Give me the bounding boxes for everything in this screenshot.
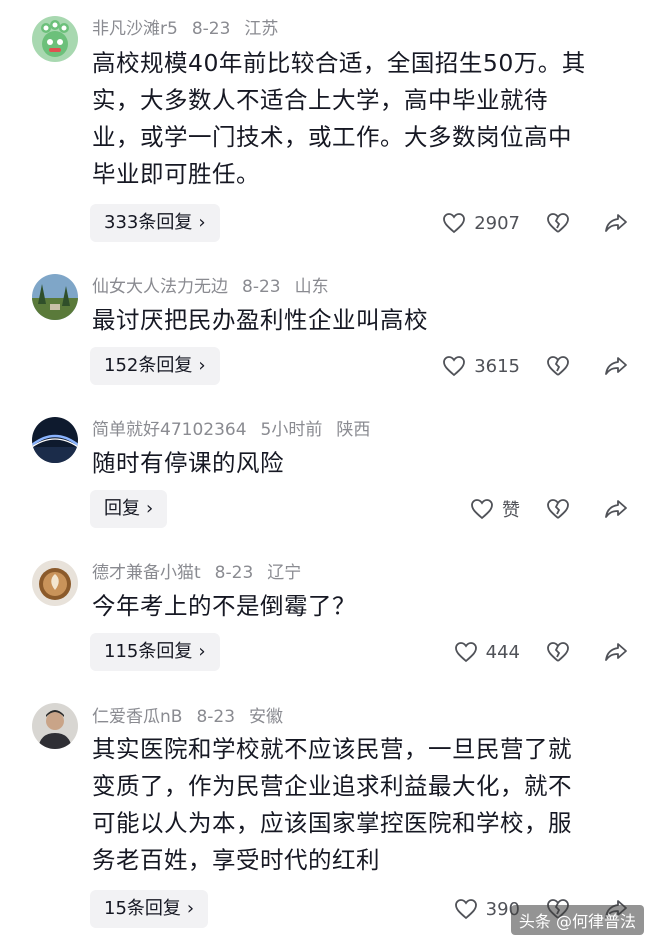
reply-button[interactable]: 回复 › <box>90 490 168 528</box>
username[interactable]: 仙女大人法力无边 <box>92 277 228 297</box>
avatar[interactable] <box>32 274 78 320</box>
heart-outline-icon <box>442 355 466 377</box>
broken-heart-icon[interactable] <box>546 355 570 377</box>
avatar[interactable] <box>32 417 78 463</box>
share-arrow-icon[interactable] <box>604 355 628 377</box>
comment-date: 8-23 <box>242 277 281 297</box>
broken-heart-icon[interactable] <box>546 641 570 663</box>
comment-location: 辽宁 <box>267 563 302 583</box>
username[interactable]: 简单就好47102364 <box>92 420 247 440</box>
comment-location: 江苏 <box>244 19 279 39</box>
comment-meta: 仙女大人法力无边 8-23 山东 <box>92 276 343 298</box>
chevron-right-icon: › <box>146 498 154 519</box>
comment-location: 安徽 <box>249 707 284 727</box>
username[interactable]: 德才兼备小猫t <box>92 563 201 583</box>
chevron-right-icon: › <box>198 212 206 233</box>
like-button[interactable]: 3615 <box>442 355 520 377</box>
comment-actions: 2907 <box>442 204 628 242</box>
chevron-right-icon: › <box>186 898 195 919</box>
chevron-right-icon: › <box>198 355 206 376</box>
comment-actions: 444 <box>454 633 628 671</box>
comment-meta: 非凡沙滩r5 8-23 江苏 <box>92 18 292 40</box>
like-button[interactable]: 2907 <box>442 212 520 234</box>
comment-meta: 德才兼备小猫t 8-23 辽宁 <box>92 562 315 584</box>
comment-date: 5小时前 <box>260 420 323 440</box>
comment-location: 陕西 <box>336 420 371 440</box>
username[interactable]: 非凡沙滩r5 <box>92 19 178 39</box>
comment-text: 最讨厌把民办盈利性企业叫高校 <box>92 306 428 334</box>
avatar[interactable] <box>32 703 78 749</box>
heart-outline-icon <box>454 898 478 920</box>
comment-text: 今年考上的不是倒霉了？ <box>92 592 356 620</box>
username[interactable]: 仁爱香瓜nB <box>92 707 182 727</box>
like-count: 2907 <box>474 212 520 234</box>
share-arrow-icon[interactable] <box>604 641 628 663</box>
comment-text: 其实医院和学校就不应该民营，一旦民营了就 变质了，作为民营企业追求利益最大化，就… <box>92 735 572 874</box>
comment-meta: 简单就好47102364 5小时前 陕西 <box>92 419 384 441</box>
comment-text: 高校规模40年前比较合适，全国招生50万。其 实，大多数人不适合上大学，高中毕业… <box>92 49 586 188</box>
avatar[interactable] <box>32 560 78 606</box>
heart-outline-icon <box>470 498 494 520</box>
broken-heart-icon[interactable] <box>546 212 570 234</box>
comment-date: 8-23 <box>191 19 231 39</box>
comment-text: 随时有停课的风险 <box>92 449 284 477</box>
comment-meta: 仁爱香瓜nB 8-23 安徽 <box>92 706 297 728</box>
view-replies-button[interactable]: 333条回复 › <box>90 204 220 242</box>
chevron-right-icon: › <box>198 641 206 662</box>
like-count: 444 <box>485 641 520 663</box>
comment-date: 8-23 <box>196 707 236 727</box>
heart-outline-icon <box>454 641 478 663</box>
watermark: 头条 @何律普法 <box>510 905 644 935</box>
like-count: 3615 <box>474 355 520 377</box>
heart-outline-icon <box>442 212 466 234</box>
share-arrow-icon[interactable] <box>604 212 628 234</box>
comment-actions: 3615 <box>442 347 628 385</box>
comment-actions: 赞 <box>470 490 628 528</box>
view-replies-button[interactable]: 15条回复 › <box>90 890 209 928</box>
avatar[interactable] <box>32 16 78 62</box>
comment-date: 8-23 <box>214 563 254 583</box>
like-button[interactable]: 444 <box>454 641 520 663</box>
view-replies-button[interactable]: 152条回复 › <box>90 347 220 385</box>
share-arrow-icon[interactable] <box>604 498 628 520</box>
like-button[interactable]: 赞 <box>470 496 520 522</box>
comment-location: 山东 <box>294 277 329 297</box>
broken-heart-icon[interactable] <box>546 498 570 520</box>
view-replies-button[interactable]: 115条回复 › <box>90 633 220 671</box>
like-count: 赞 <box>502 500 520 521</box>
